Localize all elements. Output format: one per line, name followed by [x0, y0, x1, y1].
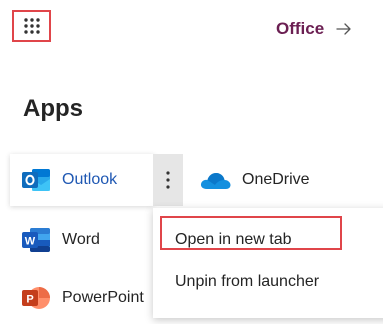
app-label-powerpoint: PowerPoint [62, 289, 144, 306]
onedrive-icon [198, 169, 232, 191]
office-link-label: Office [276, 19, 325, 38]
outlook-icon [21, 166, 51, 194]
menu-item-label: Unpin from launcher [175, 273, 320, 290]
app-label-outlook: Outlook [62, 171, 118, 188]
more-vertical-icon [166, 171, 170, 189]
app-label-word: Word [62, 231, 100, 248]
app-launcher-button[interactable] [12, 10, 51, 42]
more-options-button[interactable] [153, 154, 183, 206]
app-tile-powerpoint[interactable]: P PowerPoint [10, 272, 155, 324]
context-menu: Open in new tab Unpin from launcher [153, 208, 383, 318]
app-label-onedrive: OneDrive [242, 171, 310, 188]
apps-heading: Apps [23, 95, 83, 122]
svg-text:W: W [25, 236, 36, 248]
app-tile-onedrive[interactable]: OneDrive [195, 154, 345, 206]
app-tile-outlook[interactable]: Outlook [10, 154, 154, 206]
waffle-grid-icon [23, 17, 41, 35]
svg-text:P: P [26, 294, 33, 306]
office-link[interactable]: Office [276, 16, 352, 42]
menu-item-open-in-new-tab[interactable]: Open in new tab [153, 220, 383, 260]
menu-item-label: Open in new tab [175, 231, 292, 248]
menu-item-unpin-from-launcher[interactable]: Unpin from launcher [153, 262, 383, 302]
word-icon: W [21, 226, 51, 254]
app-tile-word[interactable]: W Word [10, 214, 150, 266]
arrow-right-icon [336, 22, 352, 36]
powerpoint-icon: P [21, 284, 51, 312]
